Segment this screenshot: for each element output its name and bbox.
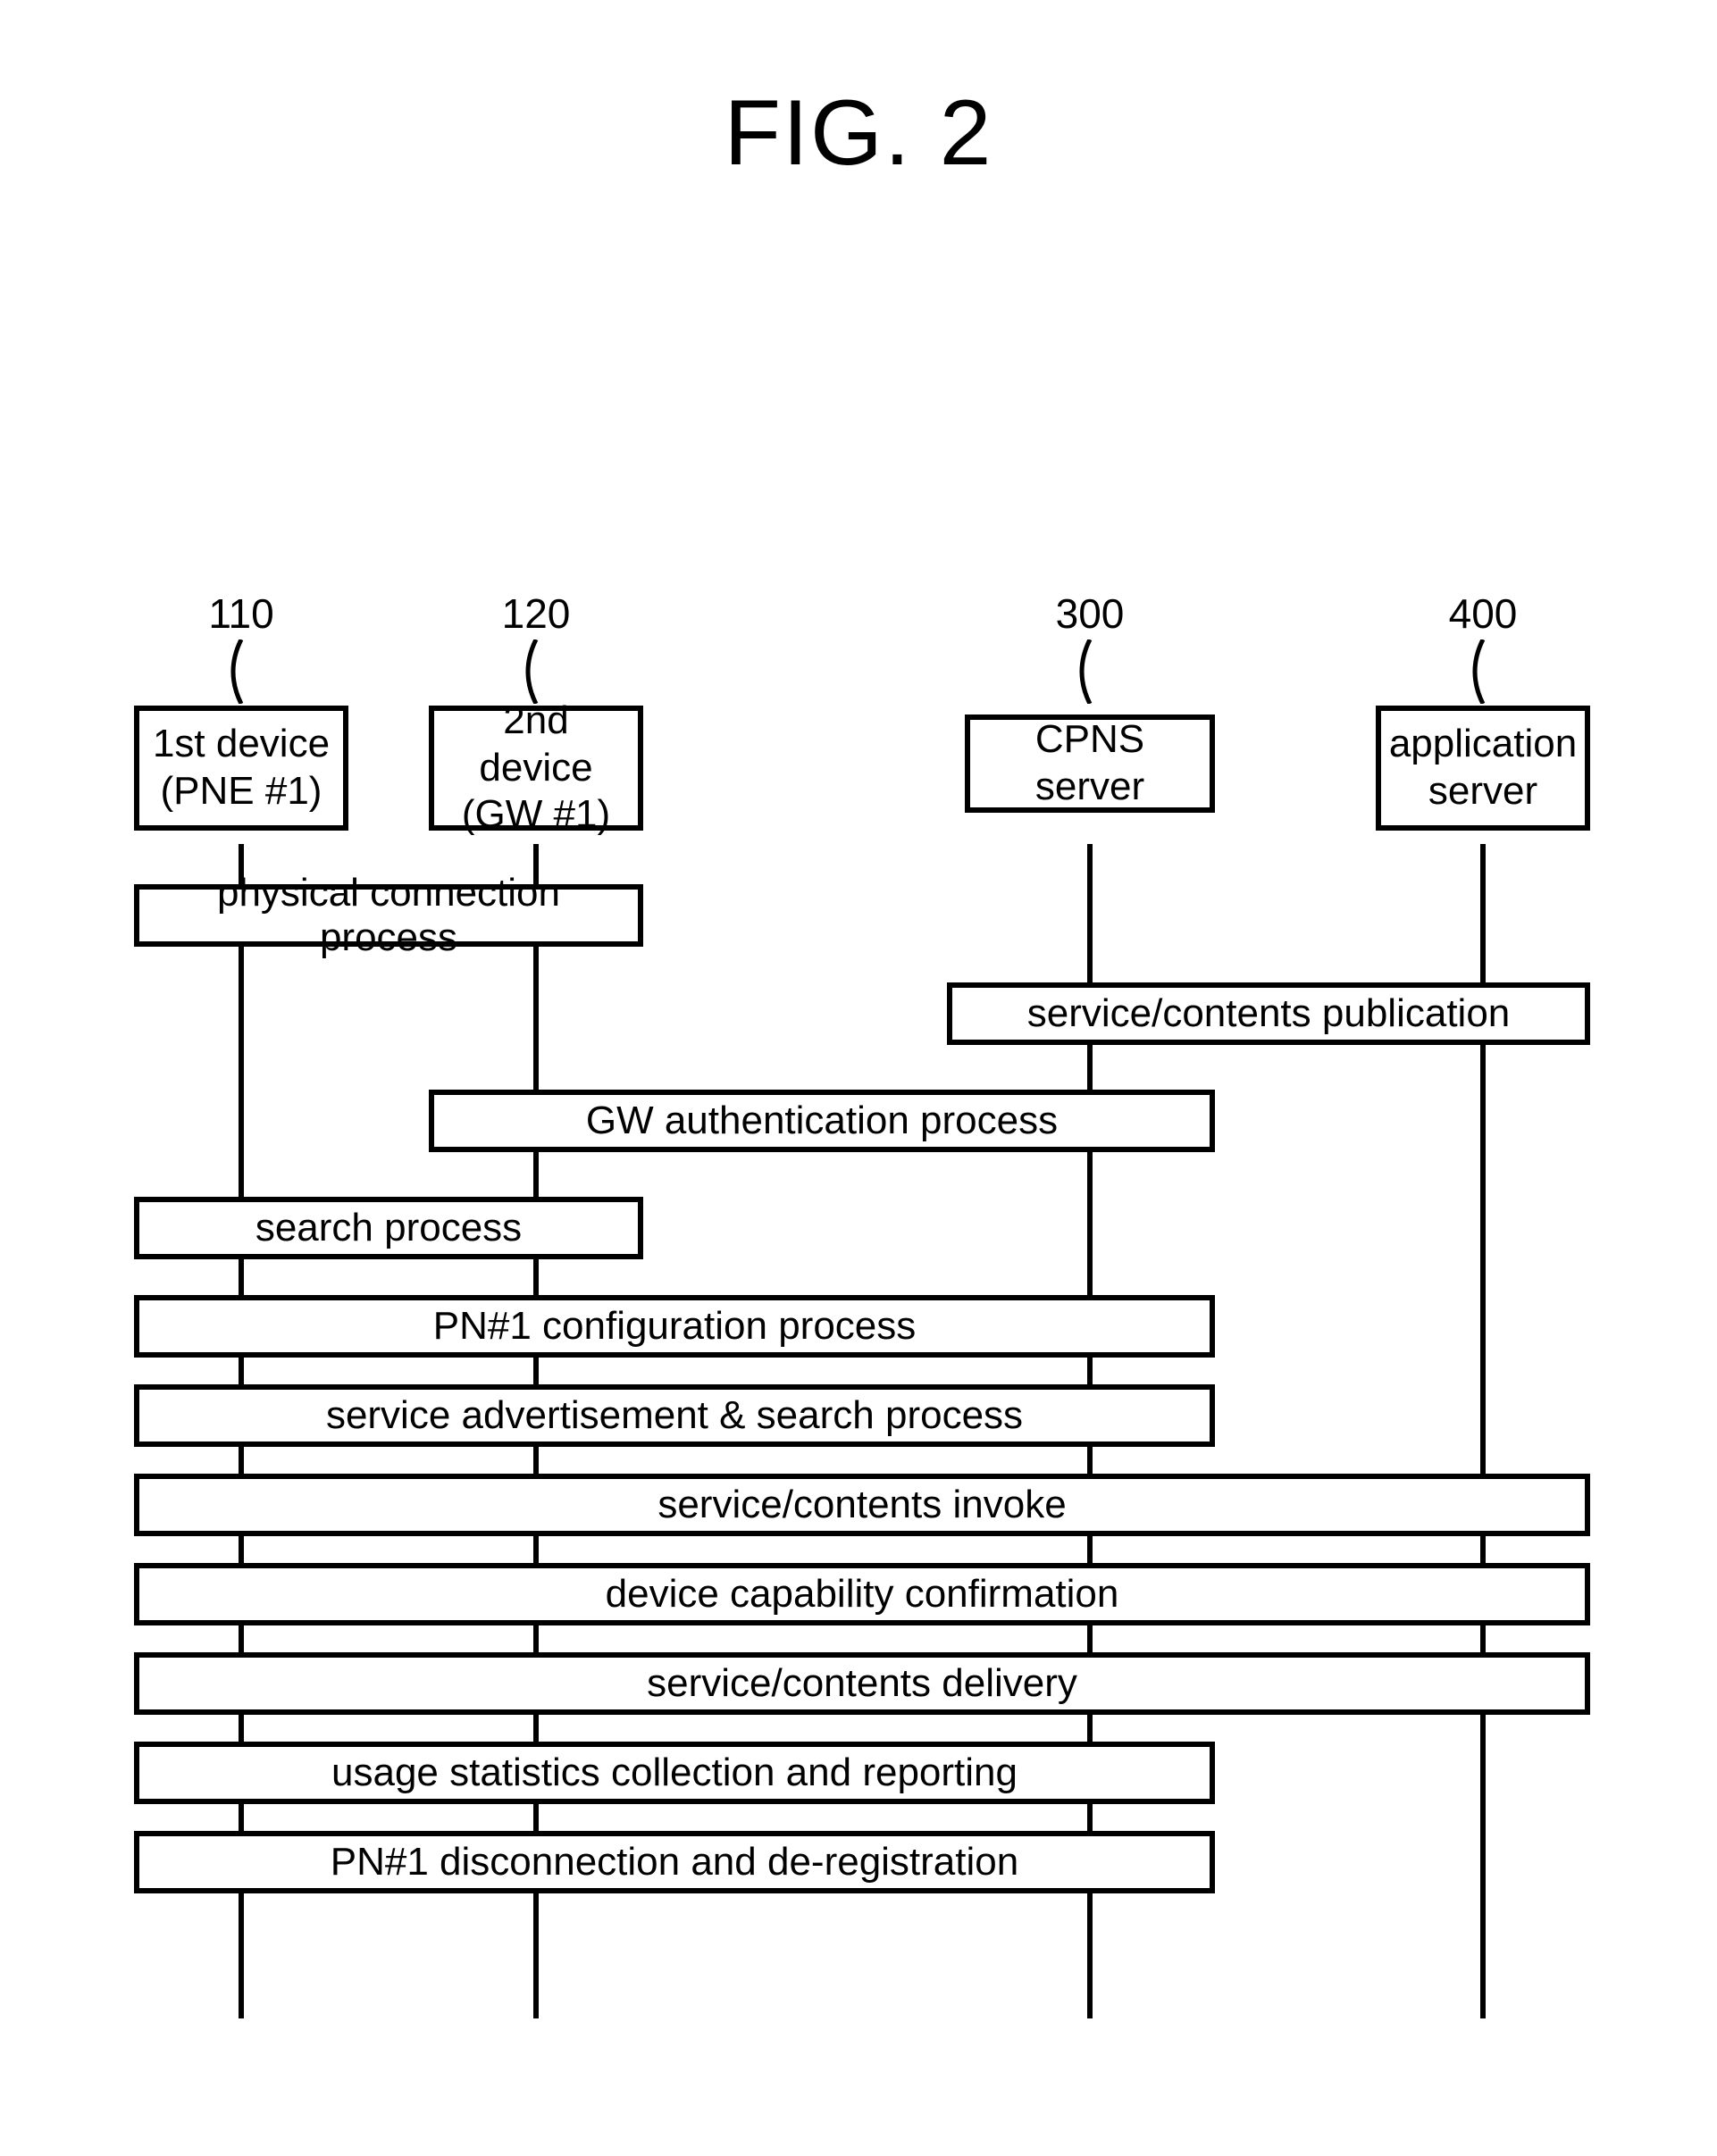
step-label: service/contents publication	[1027, 991, 1511, 1036]
step-service-delivery: service/contents delivery	[134, 1652, 1590, 1715]
actor-label: 2nd device	[479, 698, 592, 790]
tick-icon	[1072, 639, 1108, 693]
step-label: service/contents invoke	[657, 1483, 1066, 1527]
actor-gw1: 2nd device (GW #1)	[429, 706, 643, 831]
ref-num-400: 400	[1447, 589, 1519, 638]
step-label: search process	[255, 1206, 522, 1250]
step-service-adv-search: service advertisement & search process	[134, 1384, 1215, 1447]
figure-title: FIG. 2	[0, 80, 1717, 187]
ref-num-300: 300	[1054, 589, 1126, 638]
ref-num-110: 110	[205, 589, 277, 638]
ref-num-120: 120	[500, 589, 572, 638]
step-service-invoke: service/contents invoke	[134, 1474, 1590, 1536]
step-search: search process	[134, 1197, 643, 1259]
actor-pne1: 1st device (PNE #1)	[134, 706, 348, 831]
sequence-diagram: 110 120 300 400 1st device (PNE #1) 2nd …	[143, 589, 1608, 2018]
step-label: PN#1 configuration process	[433, 1304, 917, 1349]
actor-app-server: application server	[1376, 706, 1590, 831]
actor-label: (PNE #1)	[161, 769, 322, 813]
step-gw-auth: GW authentication process	[429, 1090, 1215, 1152]
tick-icon	[1465, 639, 1501, 693]
step-label: service advertisement & search process	[326, 1393, 1023, 1438]
step-usage-stats: usage statistics collection and reportin…	[134, 1742, 1215, 1804]
tick-icon	[518, 639, 554, 693]
step-label: physical connection process	[150, 871, 627, 960]
actor-label: (GW #1)	[462, 792, 610, 836]
tick-icon	[223, 639, 259, 693]
actor-label: application	[1389, 722, 1577, 765]
step-label: GW authentication process	[586, 1099, 1058, 1143]
step-label: PN#1 disconnection and de-registration	[331, 1840, 1018, 1884]
step-service-publication: service/contents publication	[947, 982, 1590, 1045]
step-device-capability: device capability confirmation	[134, 1563, 1590, 1625]
actor-label: CPNS server	[977, 716, 1202, 811]
actor-label: server	[1428, 769, 1537, 813]
step-physical-connection: physical connection process	[134, 884, 643, 947]
step-pn1-config: PN#1 configuration process	[134, 1295, 1215, 1358]
step-label: usage statistics collection and reportin…	[331, 1751, 1018, 1795]
actor-cpns: CPNS server	[965, 714, 1215, 813]
step-pn1-disconnect: PN#1 disconnection and de-registration	[134, 1831, 1215, 1893]
actor-label: 1st device	[153, 722, 330, 765]
step-label: service/contents delivery	[647, 1661, 1077, 1706]
step-label: device capability confirmation	[606, 1572, 1119, 1617]
